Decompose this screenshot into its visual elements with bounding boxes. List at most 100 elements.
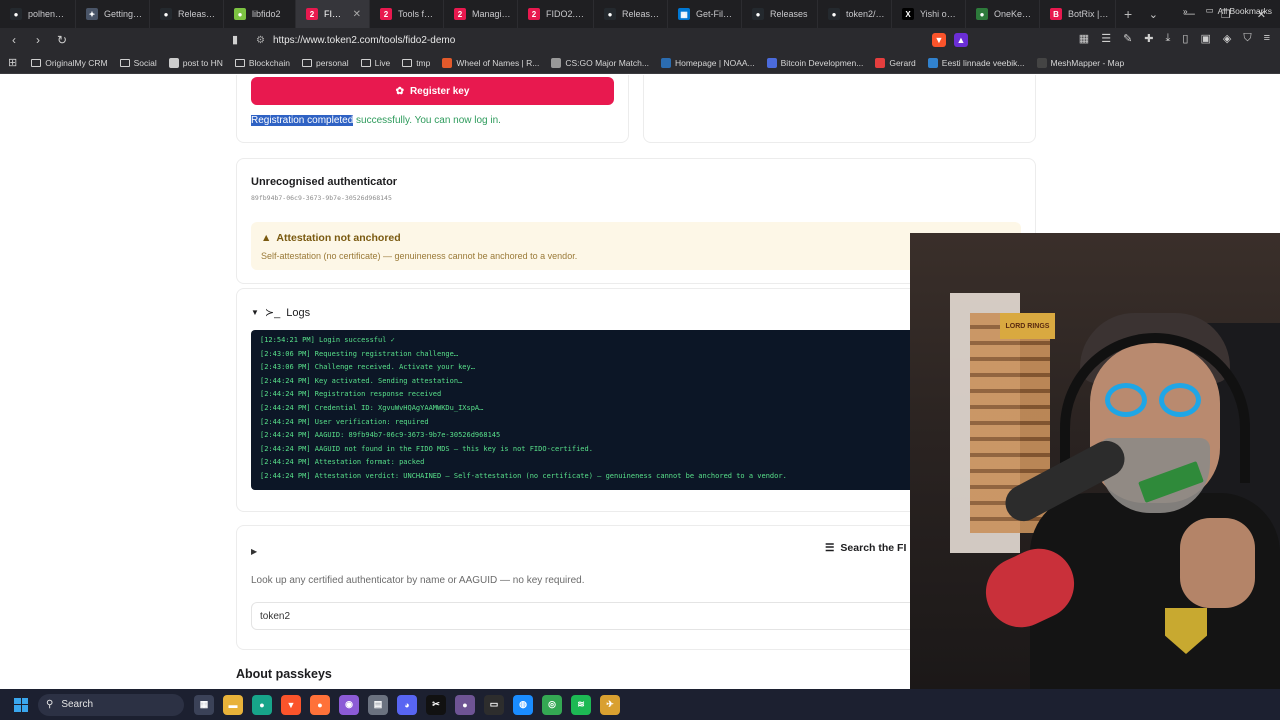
browser-tab[interactable]: X Yishi on X (892, 0, 966, 28)
forward-icon[interactable]: › (28, 33, 48, 47)
all-bookmarks[interactable]: » ▭ All Bookmarks (1183, 5, 1272, 16)
tab-label: FIDO2 (324, 9, 345, 19)
brave-icon[interactable]: ▼ (281, 694, 301, 715)
bookmark-item[interactable]: post to HN (168, 57, 223, 68)
log-line: [2:44:24 PM] Key activated. Sending atte… (260, 376, 463, 385)
bookmark-item[interactable]: Eesti linnade veebik... (927, 57, 1025, 68)
logs-title: Logs (286, 306, 311, 319)
bookmark-item[interactable]: OriginalMy CRM (31, 58, 108, 68)
firefox-icon[interactable]: ● (310, 694, 330, 715)
browser-tab[interactable]: ● libfido2 (224, 0, 296, 28)
back-icon[interactable]: ‹ (4, 33, 24, 47)
browser-tab[interactable]: ● token2/fido (818, 0, 892, 28)
microsoft-icon: ▦ (678, 8, 690, 20)
browser-tab[interactable]: 2 Managing (444, 0, 518, 28)
spotify-icon[interactable]: ≋ (571, 694, 591, 715)
glasses-icon (1105, 383, 1205, 417)
browser-tab[interactable]: ✦ Getting Star (76, 0, 150, 28)
browser-tab[interactable]: ● Release Ve (150, 0, 224, 28)
bookmark-item[interactable]: Blockchain (234, 58, 290, 68)
logs-toggle[interactable]: ▼ ≻_ Logs (251, 306, 311, 320)
bookmark-item[interactable]: Bitcoin Developmen... (766, 57, 863, 68)
github-icon: ● (10, 8, 22, 20)
bookmark-icon[interactable]: ▮ (232, 33, 238, 46)
widgets-icon[interactable]: ▦ (194, 694, 214, 715)
warning-title-text: Attestation not anchored (276, 232, 401, 244)
app-purple-icon[interactable]: ◉ (339, 694, 359, 715)
taskbar-search[interactable]: ⚲ Search (38, 693, 184, 716)
tab-label: Yishi on X (920, 9, 959, 19)
browser-tab[interactable]: ● polhenarejo (0, 0, 76, 28)
brave-shields-icon[interactable]: ▼ (932, 33, 946, 47)
discord-icon[interactable]: ◕ (397, 694, 417, 715)
bookmark-item[interactable]: personal (301, 57, 349, 68)
puzzle-icon[interactable]: ✚ (1144, 32, 1153, 45)
menu-icon[interactable]: ≡ (1264, 32, 1270, 45)
bookmark-item[interactable]: Live (360, 58, 390, 68)
bookmark-item[interactable]: MeshMapper - Map (1036, 57, 1124, 68)
github-icon: ● (828, 8, 840, 20)
browser-tab[interactable]: ● Release Rel (594, 0, 668, 28)
apps-icon[interactable]: ⊞ (8, 56, 17, 69)
log-console: [12:54:21 PM] Login successful ✓ [2:43:06… (251, 330, 931, 490)
shield-icon[interactable]: ⛉ (1243, 32, 1251, 45)
reload-icon[interactable]: ↻ (52, 33, 72, 47)
search-icon: ⚲ (46, 699, 54, 710)
site-info-icon[interactable]: ⚙ (256, 35, 265, 46)
log-line: [2:44:24 PM] AAGUID not found in the FID… (260, 444, 593, 453)
bookmark-item[interactable]: Gerard (875, 57, 916, 68)
1password-icon[interactable]: ◍ (513, 694, 533, 715)
chrome-icon[interactable]: ◎ (542, 694, 562, 715)
bookmark-label: Homepage | NOAA... (674, 57, 755, 68)
terminal-icon[interactable]: ▭ (484, 694, 504, 715)
windows-start-icon[interactable] (14, 697, 28, 712)
browser-tab[interactable]: B BotRix | Ral (1040, 0, 1116, 28)
extension-icon[interactable]: ▦ (1079, 32, 1089, 45)
new-tab-icon[interactable]: + (1124, 6, 1132, 22)
browser-tab[interactable]: 2 FIDO2 ✕ (296, 0, 370, 28)
register-key-button[interactable]: ✿ Register key (251, 77, 614, 105)
app-icon[interactable]: ● (252, 694, 272, 715)
bookmark-label: personal (315, 57, 349, 68)
token2-icon: 2 (380, 8, 392, 20)
extension-icon[interactable]: ✎ (1123, 32, 1132, 45)
bookmark-item[interactable]: Social (119, 57, 157, 68)
github-desktop-icon[interactable]: ● (455, 694, 475, 715)
tab-label: libfido2 (252, 9, 281, 19)
browser-tab[interactable]: ● Releases (742, 0, 818, 28)
bookmark-item[interactable]: Homepage | NOAA... (660, 57, 755, 68)
tab-label: BotRix | Ral (1068, 9, 1109, 19)
address-bar[interactable]: ⚙ https://www.token2.com/tools/fido2-dem… (250, 31, 970, 49)
browser-tab[interactable]: ● OneKey Re (966, 0, 1040, 28)
capcut-icon[interactable]: ✂ (426, 694, 446, 715)
browser-tab[interactable]: ▦ Get-FileHas (668, 0, 742, 28)
sidebar-icon[interactable]: ▯ (1182, 32, 1188, 45)
extension-icon[interactable]: ☰ (1101, 32, 1111, 45)
browser-tab[interactable]: 2 Tools for FI (370, 0, 444, 28)
bookmark-item[interactable]: Wheel of Names | R... (442, 57, 539, 68)
mds-search-input[interactable] (251, 602, 931, 630)
warning-icon: ▲ (261, 232, 272, 244)
bookmark-label: Social (133, 57, 157, 68)
notes-icon[interactable]: ▤ (368, 694, 388, 715)
app-bird-icon[interactable]: ✈ (600, 694, 620, 715)
chevron-right-icon[interactable]: » (1183, 6, 1188, 16)
vpn-icon[interactable]: ◈ (1223, 32, 1231, 45)
bookmark-item[interactable]: tmp (402, 58, 430, 68)
disclosure-triangle-icon[interactable]: ▶ (251, 547, 257, 556)
tab-search-icon[interactable]: ⌄ (1149, 8, 1158, 21)
github-icon: ● (160, 8, 172, 20)
download-icon[interactable]: ⤓ (1166, 32, 1171, 45)
wallet-icon[interactable]: ▣ (1200, 32, 1210, 45)
site-favicon-icon (168, 57, 179, 68)
bookmark-item[interactable]: CS:GO Major Match... (551, 57, 649, 68)
folder-icon (234, 58, 245, 67)
tool-icon: ✦ (86, 8, 98, 20)
brave-rewards-icon[interactable]: ▲ (954, 33, 968, 47)
botrix-icon: B (1050, 8, 1062, 20)
file-explorer-icon[interactable]: ▬ (223, 694, 243, 715)
url-text[interactable]: https://www.token2.com/tools/fido2-demo (273, 35, 455, 46)
close-tab-icon[interactable]: ✕ (351, 9, 363, 20)
browser-tab[interactable]: 2 FIDO2.1 Se (518, 0, 594, 28)
x-icon: X (902, 8, 914, 20)
